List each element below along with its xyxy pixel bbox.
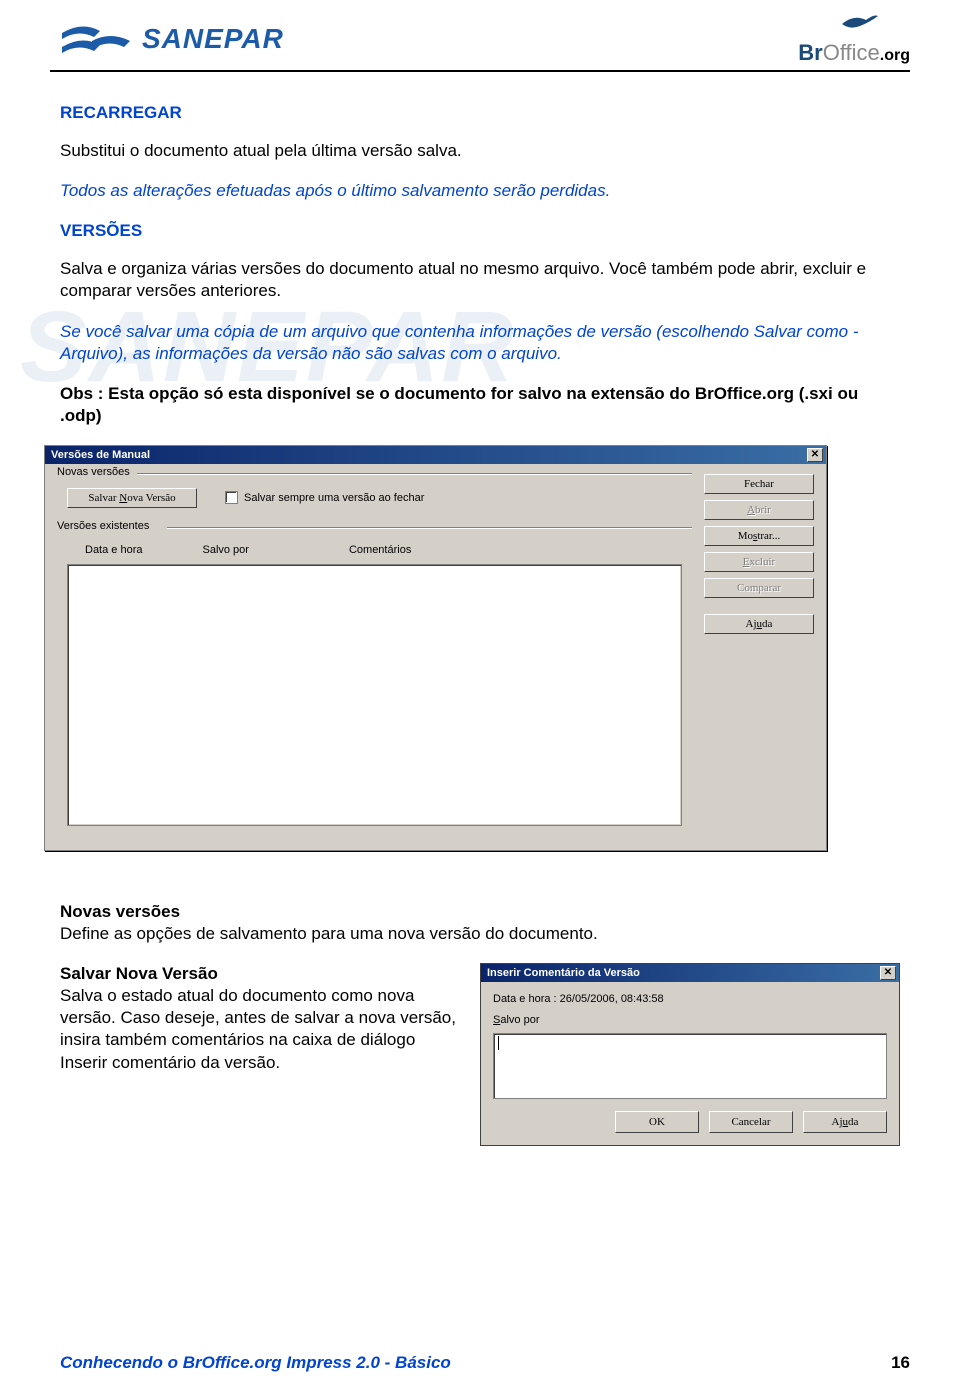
save-new-version-button[interactable]: Salvar Nova Versão	[67, 488, 197, 508]
ok-button[interactable]: OK	[615, 1111, 699, 1133]
heading-recarregar: RECARREGAR	[60, 102, 900, 124]
heading-versoes: VERSÕES	[60, 220, 900, 242]
col-savedby: Salvo por	[202, 544, 248, 556]
broffice-logo: BrOffice.org	[798, 12, 910, 66]
page-footer: Conhecendo o BrOffice.org Impress 2.0 - …	[60, 1353, 910, 1373]
group-label: Novas versões	[57, 466, 134, 478]
group-label: Versões existentes	[57, 520, 153, 532]
help-button[interactable]: Ajuda	[803, 1111, 887, 1133]
group-new-versions: Novas versões Salvar Nova Versão Salvar …	[57, 474, 692, 520]
sanepar-logo: SANEPAR	[60, 17, 284, 61]
always-save-checkbox[interactable]: Salvar sempre uma versão ao fechar	[225, 491, 424, 504]
dialog-titlebar[interactable]: Versões de Manual ✕	[45, 446, 826, 464]
versions-listbox[interactable]	[67, 564, 682, 826]
savedby-label: Salvo por	[493, 1013, 887, 1027]
sanepar-text: SANEPAR	[142, 23, 284, 55]
dialog-titlebar[interactable]: Inserir Comentário da Versão ✕	[481, 964, 899, 982]
para: Salva e organiza várias versões do docum…	[60, 258, 900, 302]
para: Salva o estado atual do documento como n…	[60, 985, 456, 1073]
para-italic: Todos as alterações efetuadas após o últ…	[60, 180, 900, 202]
close-icon[interactable]: ✕	[807, 448, 823, 462]
para-obs: Obs : Esta opção só esta disponível se o…	[60, 383, 900, 427]
sanepar-mark-icon	[60, 17, 132, 61]
close-icon[interactable]: ✕	[880, 966, 896, 980]
delete-button: Excluir	[704, 552, 814, 572]
cancel-button[interactable]: Cancelar	[709, 1111, 793, 1133]
comment-textarea[interactable]	[493, 1033, 887, 1099]
insert-comment-dialog: Inserir Comentário da Versão ✕ Data e ho…	[480, 963, 900, 1146]
checkbox-label: Salvar sempre uma versão ao fechar	[244, 492, 424, 504]
para-italic: Se você salvar uma cópia de um arquivo q…	[60, 321, 900, 365]
dialog-title: Versões de Manual	[51, 449, 150, 461]
group-existing-versions: Versões existentes Data e hora Salvo por…	[57, 528, 692, 826]
para: Define as opções de salvamento para uma …	[60, 923, 900, 945]
help-button[interactable]: Ajuda	[704, 614, 814, 634]
show-button[interactable]: Mostrar...	[704, 526, 814, 546]
page-number: 16	[891, 1353, 910, 1373]
col-date: Data e hora	[85, 544, 142, 556]
dialog-title: Inserir Comentário da Versão	[487, 966, 640, 980]
checkbox-icon	[225, 491, 238, 504]
versions-dialog: Versões de Manual ✕ Novas versões Salvar…	[44, 445, 827, 851]
datetime-label: Data e hora : 26/05/2006, 08:43:58	[493, 992, 887, 1006]
col-comments: Comentários	[349, 544, 411, 556]
heading-salvar-nova: Salvar Nova Versão	[60, 963, 456, 985]
para: Substitui o documento atual pela última …	[60, 140, 900, 162]
compare-button: Comparar	[704, 578, 814, 598]
footer-title: Conhecendo o BrOffice.org Impress 2.0 - …	[60, 1353, 451, 1373]
heading-novas: Novas versões	[60, 901, 900, 923]
close-button[interactable]: Fechar	[704, 474, 814, 494]
page-header: SANEPAR BrOffice.org	[0, 0, 960, 70]
bird-icon	[798, 12, 880, 40]
open-button: Abrir	[704, 500, 814, 520]
